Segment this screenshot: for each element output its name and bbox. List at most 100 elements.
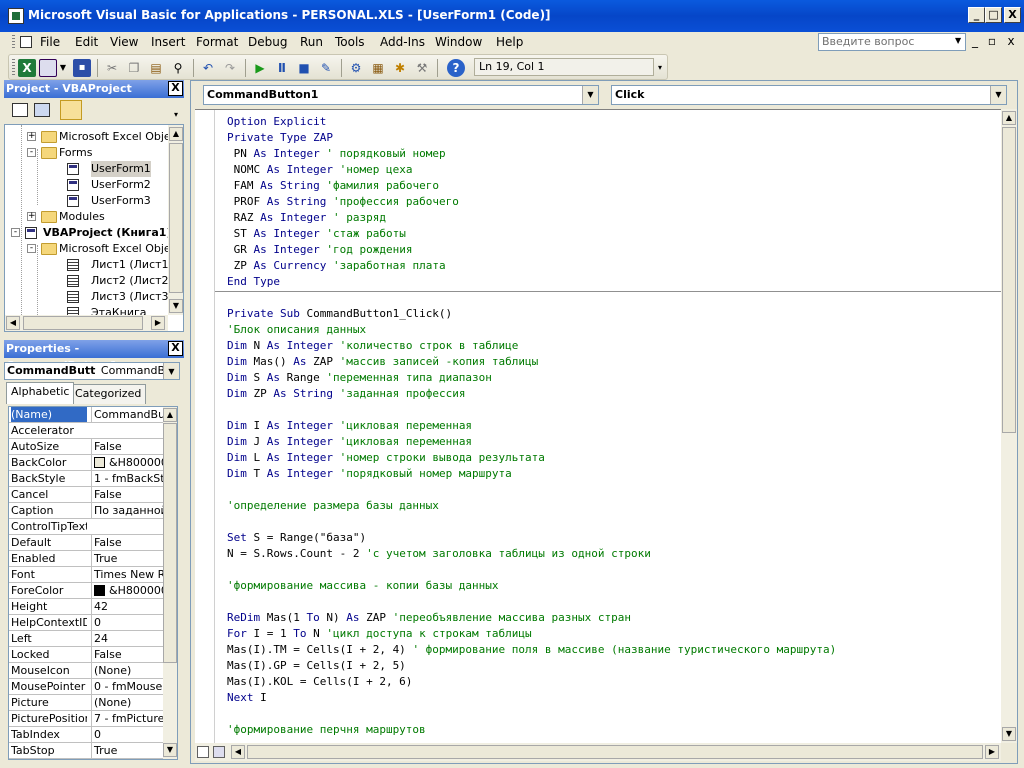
property-row[interactable]: Font Times New Ron: [9, 567, 165, 583]
scroll-up-icon[interactable]: ▲: [1002, 111, 1016, 125]
scroll-up-icon[interactable]: ▲: [169, 127, 183, 141]
save-icon[interactable]: ▪: [73, 59, 91, 77]
tree-expander-icon[interactable]: +: [27, 132, 36, 141]
tree-item-label[interactable]: Forms: [59, 145, 92, 161]
property-value[interactable]: 0 - fmMousePo: [91, 679, 164, 694]
menu-format[interactable]: Format: [196, 35, 238, 49]
property-value[interactable]: True: [91, 743, 164, 758]
code-line[interactable]: ST As Integer 'стаж работы: [227, 226, 406, 242]
property-value[interactable]: False: [91, 439, 164, 454]
tree-item-label[interactable]: Лист1 (Лист1): [91, 257, 173, 273]
menu-tools[interactable]: Tools: [335, 35, 365, 49]
insert-userform-icon[interactable]: [39, 59, 57, 77]
full-module-view-icon[interactable]: [213, 746, 225, 758]
code-editor[interactable]: Option Explicit Private Type ZAP PN As In…: [195, 109, 1001, 743]
property-value[interactable]: 42: [91, 599, 164, 614]
menu-insert[interactable]: Insert: [151, 35, 185, 49]
code-line[interactable]: RAZ As Integer ' разряд: [227, 210, 386, 226]
tab-alphabetic[interactable]: Alphabetic: [6, 382, 75, 404]
tree-item-label[interactable]: Modules: [59, 209, 105, 225]
code-line[interactable]: End Type: [227, 274, 280, 290]
property-row[interactable]: MouseIcon (None): [9, 663, 165, 679]
scroll-thumb[interactable]: [1002, 127, 1016, 433]
scroll-thumb[interactable]: [247, 745, 983, 759]
tree-item-label[interactable]: VBAProject (Книга1): [43, 225, 171, 241]
property-row[interactable]: BackStyle 1 - fmBackStyle: [9, 471, 165, 487]
code-vertical-scrollbar[interactable]: ▲ ▼: [1001, 109, 1017, 743]
redo-icon[interactable]: ↷: [221, 59, 239, 77]
project-panel-title[interactable]: Project - VBAProject X: [4, 80, 184, 98]
properties-close-button[interactable]: X: [168, 341, 183, 356]
scroll-right-icon[interactable]: ▶: [151, 316, 165, 330]
property-row[interactable]: Locked False: [9, 647, 165, 663]
property-row[interactable]: TabStop True: [9, 743, 165, 759]
code-line[interactable]: Mas(I).KOL = Cells(I + 2, 6): [227, 674, 412, 690]
tree-expander-icon[interactable]: +: [27, 212, 36, 221]
property-row[interactable]: TabIndex 0: [9, 727, 165, 743]
property-row[interactable]: AutoSize False: [9, 439, 165, 455]
property-row[interactable]: BackColor&H8000000: [9, 455, 165, 471]
code-line[interactable]: 'формирование перчня маршрутов: [227, 722, 426, 738]
property-row[interactable]: PicturePosition 7 - fmPicturePo: [9, 711, 165, 727]
menu-view[interactable]: View: [110, 35, 138, 49]
view-code-icon[interactable]: [12, 103, 28, 117]
mdi-close-button[interactable]: x: [1004, 34, 1018, 48]
code-line[interactable]: GR As Integer 'год рождения: [227, 242, 413, 258]
view-object-icon[interactable]: [34, 103, 50, 117]
menu-run[interactable]: Run: [300, 35, 323, 49]
tree-expander-icon[interactable]: -: [27, 148, 36, 157]
property-value[interactable]: CommandButt: [91, 407, 164, 422]
scroll-right-icon[interactable]: ▶: [985, 745, 999, 759]
toolbox-icon[interactable]: ⚒: [413, 59, 431, 77]
object-browser-icon[interactable]: ✱: [391, 59, 409, 77]
project-explorer-icon[interactable]: ⚙: [347, 59, 365, 77]
property-value[interactable]: True: [91, 551, 164, 566]
code-line[interactable]: Private Type ZAP: [227, 130, 333, 146]
code-line[interactable]: Set S = Range("база"): [227, 530, 366, 546]
property-row[interactable]: (Name) CommandButt: [9, 407, 165, 423]
property-row[interactable]: MousePointer 0 - fmMousePo: [9, 679, 165, 695]
object-combo[interactable]: CommandButton1 ▼: [203, 85, 599, 105]
menu-file[interactable]: File: [40, 35, 60, 49]
code-line[interactable]: Dim I As Integer 'цикловая переменная: [227, 418, 472, 434]
property-value[interactable]: По заданной п: [91, 503, 164, 518]
tree-item-label[interactable]: Лист2 (Лист2): [91, 273, 173, 289]
property-value[interactable]: (None): [91, 663, 164, 678]
tree-item-label[interactable]: UserForm1: [91, 161, 151, 177]
code-line[interactable]: PN As Integer ' порядковый номер: [227, 146, 446, 162]
code-horizontal-scrollbar[interactable]: ◀ ▶: [195, 743, 1001, 761]
toggle-folders-icon[interactable]: [60, 100, 82, 120]
code-line[interactable]: Dim L As Integer 'номер строки вывода ре…: [227, 450, 545, 466]
design-mode-icon[interactable]: ✎: [317, 59, 335, 77]
undo-icon[interactable]: ↶: [199, 59, 217, 77]
code-line[interactable]: Dim J As Integer 'цикловая переменная: [227, 434, 472, 450]
properties-window-icon[interactable]: ▦: [369, 59, 387, 77]
code-line[interactable]: N = S.Rows.Count - 2 'с учетом заголовка…: [227, 546, 651, 562]
property-row[interactable]: HelpContextID 0: [9, 615, 165, 631]
toolbar-grip-icon[interactable]: [12, 59, 15, 77]
property-value[interactable]: 0: [91, 615, 164, 630]
tree-item-label[interactable]: Microsoft Excel Objec: [59, 129, 177, 145]
property-value[interactable]: False: [91, 647, 164, 662]
menu-window[interactable]: Window: [435, 35, 482, 49]
break-icon[interactable]: Ⅱ: [273, 59, 291, 77]
scroll-left-icon[interactable]: ◀: [231, 745, 245, 759]
code-line[interactable]: Dim ZP As String 'заданная профессия: [227, 386, 465, 402]
scroll-down-icon[interactable]: ▼: [163, 743, 177, 757]
property-value[interactable]: 7 - fmPicturePo: [91, 711, 164, 726]
close-button[interactable]: X: [1004, 7, 1021, 23]
property-value[interactable]: &H8000000: [91, 455, 164, 470]
property-row[interactable]: Picture (None): [9, 695, 165, 711]
code-line[interactable]: 'формирование массива - копии базы данны…: [227, 578, 499, 594]
scroll-down-icon[interactable]: ▼: [169, 299, 183, 313]
property-value[interactable]: False: [91, 535, 164, 550]
property-row[interactable]: Accelerator: [9, 423, 165, 439]
property-value[interactable]: 24: [91, 631, 164, 646]
scroll-thumb[interactable]: [169, 143, 183, 293]
reset-icon[interactable]: ■: [295, 59, 313, 77]
property-row[interactable]: ForeColor&H8000001: [9, 583, 165, 599]
find-icon[interactable]: ⚲: [169, 59, 187, 77]
property-row[interactable]: Caption По заданной п: [9, 503, 165, 519]
scroll-left-icon[interactable]: ◀: [6, 316, 20, 330]
tree-expander-icon[interactable]: -: [11, 228, 20, 237]
